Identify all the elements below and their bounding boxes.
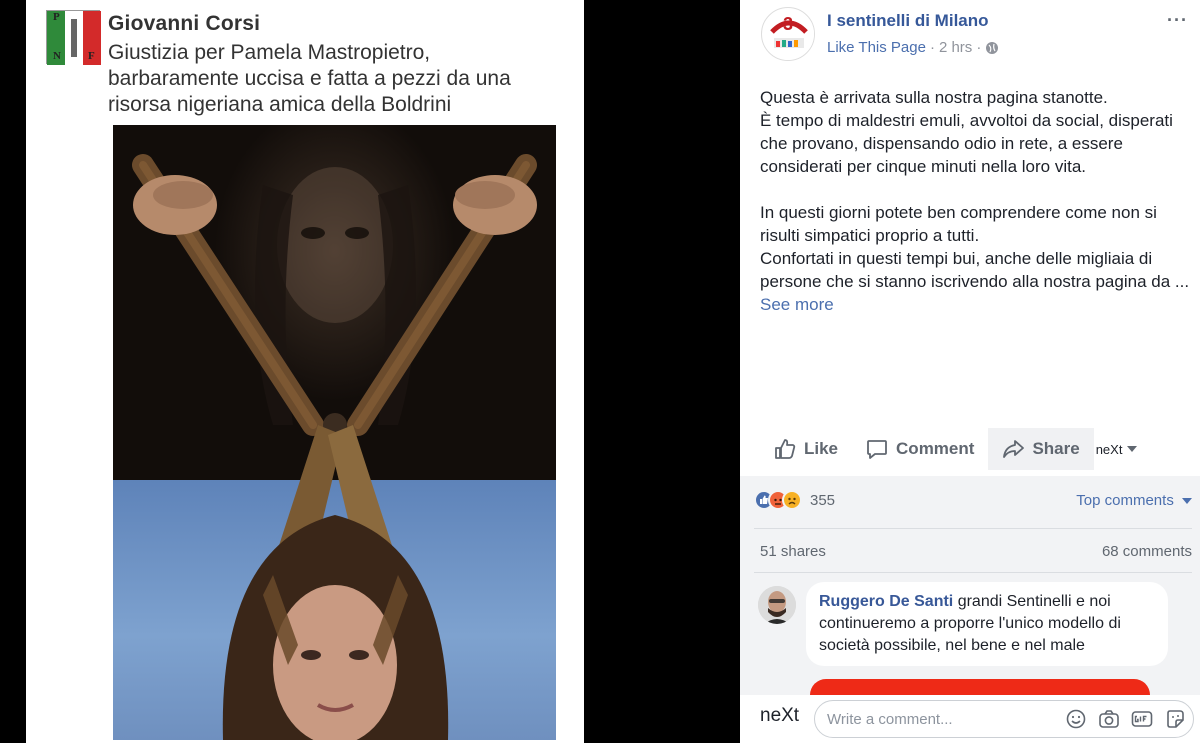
page-avatar[interactable]: 3 bbox=[761, 7, 815, 61]
emoji-icon[interactable] bbox=[1065, 709, 1087, 729]
post-action-bar: Like Comment Share neXt bbox=[760, 428, 1198, 470]
reaction-count: 355 bbox=[810, 491, 836, 509]
commenter-avatar[interactable] bbox=[758, 586, 796, 624]
share-button[interactable]: Share bbox=[988, 428, 1094, 470]
facebook-post: 3 I sentinelli di Milano Like This Page … bbox=[740, 0, 1200, 743]
composer-icons bbox=[1065, 709, 1186, 729]
post-timestamp[interactable]: 2 hrs bbox=[939, 39, 972, 56]
page-name-link[interactable]: I sentinelli di Milano bbox=[827, 11, 989, 31]
more-options-button[interactable]: ··· bbox=[1167, 10, 1188, 31]
speech-bubble-icon bbox=[866, 438, 888, 460]
comment-label: Comment bbox=[896, 439, 975, 458]
quoted-post-text: Giustizia per Pamela Mastropietro, barba… bbox=[108, 40, 568, 118]
post-body: Questa è arrivata sulla nostra pagina st… bbox=[760, 86, 1200, 316]
avatar-badge: 3 bbox=[783, 14, 794, 34]
top-comments-label: Top comments bbox=[1076, 492, 1174, 509]
quoted-post-screenshot: P N F Giovanni Corsi Giustizia per Pamel… bbox=[26, 0, 584, 743]
meta-separator: · bbox=[929, 39, 935, 56]
globe-icon bbox=[985, 41, 999, 55]
caret-down-icon bbox=[1182, 498, 1192, 505]
gif-icon[interactable] bbox=[1131, 709, 1153, 729]
like-button[interactable]: Like bbox=[760, 428, 852, 470]
sticker-icon[interactable] bbox=[1164, 709, 1186, 729]
like-this-page-link[interactable]: Like This Page bbox=[827, 39, 926, 56]
meme-illustration bbox=[132, 154, 537, 740]
comment-composer: neXt bbox=[740, 695, 1200, 743]
flag-letter-f: F bbox=[88, 50, 95, 62]
party-flag-logo: P N F bbox=[46, 10, 101, 65]
caret-down-icon bbox=[1126, 445, 1138, 453]
share-label: Share bbox=[1032, 439, 1080, 458]
divider bbox=[754, 572, 1192, 573]
next-profile-switcher[interactable]: neXt bbox=[1096, 442, 1139, 457]
thumbs-up-icon bbox=[774, 438, 796, 460]
like-label: Like bbox=[804, 439, 839, 458]
post-text: Questa è arrivata sulla nostra pagina st… bbox=[760, 88, 1190, 291]
shares-count-link[interactable]: 51 shares bbox=[760, 543, 826, 560]
next-logo[interactable]: neXt bbox=[760, 705, 799, 727]
share-arrow-icon bbox=[1002, 438, 1025, 460]
next-mini-logo: neXt bbox=[1095, 441, 1123, 457]
flag-letter-p: P bbox=[53, 11, 60, 23]
quoted-line-1: Giustizia per Pamela Mastropietro, bbox=[108, 41, 431, 64]
top-comments-dropdown[interactable]: Top comments bbox=[1076, 492, 1192, 509]
comment-bubble: Ruggero De Santi grandi Sentinelli e noi… bbox=[806, 582, 1168, 666]
comment-author-link[interactable]: Ruggero De Santi bbox=[819, 593, 953, 610]
see-more-link[interactable]: See more bbox=[760, 295, 834, 314]
quoted-line-2: barbaramente uccisa e fatta a pezzi da u… bbox=[108, 67, 511, 90]
camera-icon[interactable] bbox=[1098, 709, 1120, 729]
quoted-line-3: risorsa nigeriana amica della Boldrini bbox=[108, 93, 452, 116]
quoted-author-name: Giovanni Corsi bbox=[108, 12, 261, 35]
divider bbox=[754, 528, 1192, 529]
flag-letter-n: N bbox=[53, 50, 61, 62]
shared-photo[interactable]: P N F Giovanni Corsi Giustizia per Pamel… bbox=[0, 0, 740, 743]
post-meta: Like This Page · 2 hrs · bbox=[827, 39, 999, 56]
comments-count-link[interactable]: 68 comments bbox=[1102, 543, 1192, 560]
meme-image bbox=[113, 125, 556, 740]
comment-button[interactable]: Comment bbox=[852, 428, 988, 470]
sad-reaction-icon bbox=[782, 490, 802, 510]
meta-separator: · bbox=[976, 39, 982, 56]
reactions-summary[interactable]: 355 bbox=[754, 490, 835, 510]
